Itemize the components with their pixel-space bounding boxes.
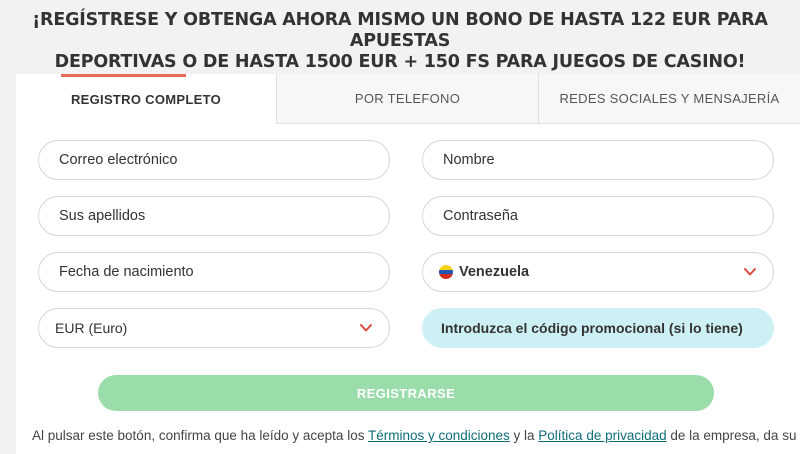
currency-select[interactable]: EUR (Euro)	[38, 308, 390, 348]
country-value: Venezuela	[459, 264, 530, 280]
surname-field[interactable]: Sus apellidos	[38, 196, 390, 236]
name-field[interactable]: Nombre	[422, 140, 774, 180]
chevron-down-icon	[744, 268, 756, 276]
name-placeholder: Nombre	[443, 152, 495, 168]
tab-label: POR TELEFONO	[354, 91, 461, 106]
tab-by-phone[interactable]: POR TELEFONO	[276, 74, 538, 124]
headline-line-1: ¡REGÍSTRESE Y OBTENGA AHORA MISMO UN BON…	[32, 10, 768, 51]
promo-headline: ¡REGÍSTRESE Y OBTENGA AHORA MISMO UN BON…	[0, 10, 800, 73]
currency-value: EUR (Euro)	[55, 320, 128, 336]
promo-code-placeholder: Introduzca el código promocional (si lo …	[441, 320, 743, 336]
tab-full-registration[interactable]: REGISTRO COMPLETO	[16, 74, 276, 124]
birthdate-placeholder: Fecha de nacimiento	[59, 264, 194, 280]
active-tab-indicator	[61, 74, 186, 77]
terms-link[interactable]: Términos y condiciones	[368, 428, 510, 443]
email-field[interactable]: Correo electrónico	[38, 140, 390, 180]
tab-social-networks[interactable]: REDES SOCIALES Y MENSAJERÍA	[538, 74, 800, 124]
promo-code-field[interactable]: Introduzca el código promocional (si lo …	[422, 308, 774, 348]
password-field[interactable]: Contraseña	[422, 196, 774, 236]
registration-tabs: REGISTRO COMPLETO POR TELEFONO REDES SOC…	[16, 74, 800, 124]
headline-line-2: DEPORTIVAS O DE HASTA 1500 EUR + 150 FS …	[54, 52, 746, 72]
country-select[interactable]: Venezuela	[422, 252, 774, 292]
tab-label: REDES SOCIALES Y MENSAJERÍA	[559, 91, 780, 106]
register-button[interactable]: REGISTRARSE	[98, 375, 714, 411]
surname-placeholder: Sus apellidos	[59, 208, 146, 224]
legal-text: Al pulsar este botón, confirma que ha le…	[32, 428, 797, 443]
venezuela-flag-icon	[439, 265, 453, 279]
tab-label: REGISTRO COMPLETO	[70, 91, 222, 107]
privacy-link[interactable]: Política de privacidad	[538, 428, 666, 443]
chevron-down-icon	[360, 324, 372, 332]
email-placeholder: Correo electrónico	[59, 152, 178, 168]
birthdate-field[interactable]: Fecha de nacimiento	[38, 252, 390, 292]
password-placeholder: Contraseña	[443, 208, 518, 224]
